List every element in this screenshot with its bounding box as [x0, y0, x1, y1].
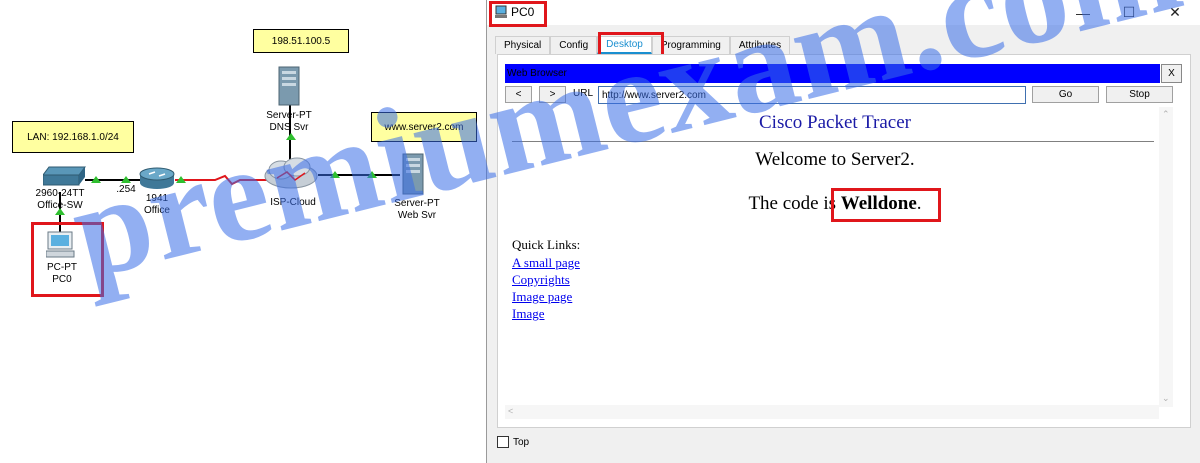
- cloud-label: ISP-Cloud: [270, 197, 316, 208]
- code-prefix: The code is: [748, 193, 841, 214]
- tab-physical[interactable]: Physical: [495, 36, 551, 54]
- maximize-icon: ☐: [1122, 4, 1136, 20]
- welcome-text: Welcome to Server2.: [755, 149, 915, 170]
- web-server-name: Web Svr: [397, 210, 437, 221]
- top-checkbox-label: Top: [513, 436, 530, 448]
- topology-canvas[interactable]: 198.51.100.5 LAN: 192.168.1.0/24 www.ser…: [0, 0, 484, 463]
- maximize-button[interactable]: ☐: [1106, 0, 1152, 25]
- cloud-icon[interactable]: [263, 156, 319, 193]
- window-titlebar[interactable]: PC0 — ☐ ✕: [487, 0, 1200, 27]
- title-highlight-box: [489, 1, 547, 27]
- quick-links-title: Quick Links:: [512, 237, 581, 252]
- top-option[interactable]: Top: [497, 436, 529, 448]
- horizontal-scrollbar[interactable]: <: [505, 405, 1159, 419]
- top-checkbox[interactable]: [497, 436, 509, 448]
- switch-name: Office-SW: [37, 200, 83, 211]
- router-name: Office: [144, 205, 170, 216]
- dns-server-model: Server-PT: [266, 110, 312, 121]
- url-input[interactable]: [598, 86, 1026, 104]
- switch-icon[interactable]: [42, 165, 87, 190]
- minimize-icon: —: [1076, 4, 1090, 21]
- web-page: Cisco Packet Tracer Welcome to Server2. …: [505, 107, 1165, 407]
- tab-config[interactable]: Config: [550, 36, 598, 54]
- web-browser-close-button[interactable]: X: [1161, 64, 1182, 83]
- note-web: www.server2.com: [371, 112, 477, 142]
- back-button[interactable]: <: [505, 86, 532, 103]
- vertical-scrollbar[interactable]: ⌃ ⌄: [1159, 107, 1173, 407]
- web-browser-titlebar: Web Browser: [505, 64, 1160, 83]
- router-label: 1941 Office: [144, 193, 170, 217]
- web-server-model: Server-PT: [394, 198, 440, 209]
- switch-model: 2960-24TT: [35, 188, 85, 199]
- dns-server-icon[interactable]: [278, 66, 300, 109]
- link-small-page[interactable]: A small page: [512, 254, 580, 271]
- note-lan: LAN: 192.168.1.0/24: [12, 121, 134, 153]
- scroll-left-icon[interactable]: <: [508, 406, 513, 416]
- link-copyrights[interactable]: Copyrights: [512, 271, 580, 288]
- switch-label: 2960-24TT Office-SW: [36, 188, 85, 212]
- dns-server-name: DNS Svr: [269, 122, 309, 133]
- note-dns-ip: 198.51.100.5: [253, 29, 349, 53]
- scroll-down-icon[interactable]: ⌄: [1162, 393, 1170, 404]
- pc-highlight-box: [31, 222, 104, 297]
- tab-attributes[interactable]: Attributes: [729, 36, 791, 54]
- web-server-label: Server-PT Web Svr: [394, 198, 440, 222]
- close-window-button[interactable]: ✕: [1152, 0, 1198, 25]
- link-image[interactable]: Image: [512, 305, 580, 322]
- router-model: 1941: [145, 193, 169, 204]
- stop-button[interactable]: Stop: [1106, 86, 1173, 103]
- web-server-icon[interactable]: [402, 153, 424, 198]
- minimize-button[interactable]: —: [1060, 0, 1106, 25]
- quick-links-list: A small page Copyrights Image page Image: [512, 254, 580, 322]
- router-ip-label: .254: [116, 184, 136, 195]
- dns-server-label: Server-PT DNS Svr: [266, 110, 312, 134]
- scroll-up-icon[interactable]: ⌃: [1162, 109, 1170, 120]
- go-button[interactable]: Go: [1032, 86, 1099, 103]
- forward-button[interactable]: >: [539, 86, 566, 103]
- url-label: URL: [573, 88, 594, 99]
- router-icon[interactable]: [139, 166, 175, 193]
- close-icon: ✕: [1169, 4, 1181, 20]
- page-divider: [512, 141, 1154, 142]
- code-highlight-box: [831, 188, 941, 222]
- pc0-window: PC0 — ☐ ✕ Physical Config Desktop Progra…: [486, 0, 1200, 463]
- page-heading: Cisco Packet Tracer: [759, 112, 911, 133]
- link-image-page[interactable]: Image page: [512, 288, 580, 305]
